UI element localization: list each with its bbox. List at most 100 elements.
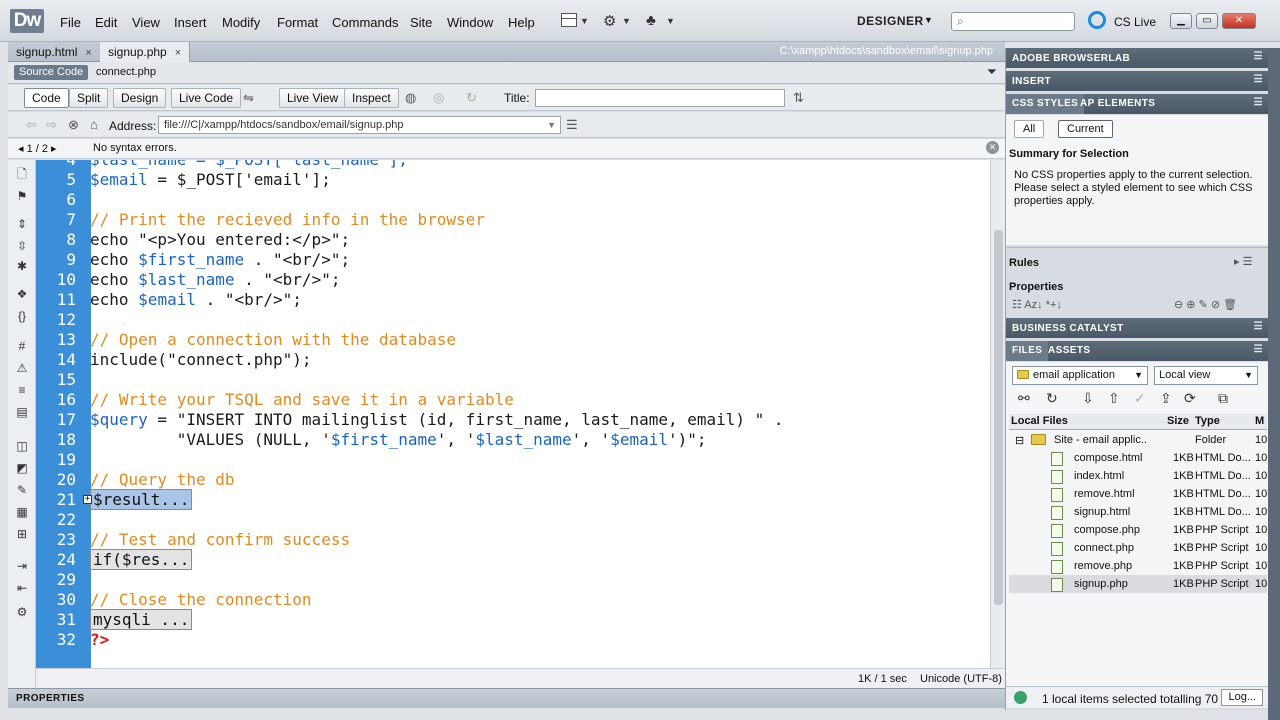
close-icon[interactable]: × [175, 47, 181, 59]
code-line[interactable]: 6 [36, 190, 990, 210]
panel-menu-icon[interactable]: ☰ [1254, 97, 1263, 108]
site-tree-icon[interactable]: ♣ [646, 12, 656, 29]
file-tree-item[interactable]: remove.html 1KB HTML Do... 10 [1009, 485, 1267, 503]
panel-browserlab[interactable]: ADOBE BROWSERLAB ☰ [1006, 48, 1269, 68]
code-line[interactable]: 15 [36, 370, 990, 390]
code-line[interactable]: 5 $email = $_POST['email']; [36, 170, 990, 190]
css-action-icons[interactable]: ⊖ ⊕ ✎ ⊘ 🗑 [1174, 298, 1237, 311]
col-local-files[interactable]: Local Files [1011, 415, 1068, 427]
synchronize-icon[interactable]: ⟳ [1184, 390, 1196, 407]
scrollbar-thumb[interactable] [994, 230, 1003, 605]
code-line[interactable]: 22 [36, 510, 990, 530]
visual-aids-icon[interactable]: ◎ [433, 90, 444, 106]
code-line[interactable]: 21 $result... + [36, 489, 990, 510]
refresh-icon[interactable]: ↻ [1046, 390, 1058, 407]
inspect-button[interactable]: Inspect [344, 88, 399, 108]
panel-menu-icon[interactable]: ☰ [1254, 74, 1263, 85]
code-line[interactable]: 20 // Query the db [36, 470, 990, 490]
inspect-file-icon[interactable]: ⇋ [243, 90, 254, 106]
view-options-icon[interactable]: ☰ [566, 117, 578, 133]
site-select[interactable]: email application ▼ [1012, 366, 1148, 385]
code-line[interactable]: 30 // Close the connection [36, 590, 990, 610]
show-code-navigator-icon[interactable]: ⚑ [15, 190, 29, 202]
forward-icon[interactable]: ⇨ [46, 117, 57, 133]
properties-panel-header[interactable]: PROPERTIES [8, 688, 1005, 708]
highlight-invalid-code-icon[interactable]: ⚠ [15, 362, 29, 374]
tab-ap-elements[interactable]: AP ELEMENTS [1074, 94, 1161, 114]
menu-format[interactable]: Format [277, 15, 318, 30]
cs-live-button[interactable]: CS Live [1114, 15, 1156, 29]
move-css-icon[interactable]: ⊞ [15, 528, 29, 540]
collapsed-code-block[interactable]: mysqli ... [90, 609, 193, 630]
apply-comment-icon[interactable]: ◫ [15, 440, 29, 452]
get-files-icon[interactable]: ⇩ [1082, 390, 1094, 407]
menu-commands[interactable]: Commands [332, 15, 398, 30]
code-line[interactable]: 12 [36, 310, 990, 330]
help-search-input[interactable]: ⌕ [951, 12, 1075, 31]
code-line[interactable]: 29 [36, 570, 990, 590]
close-icon[interactable]: ✕ [986, 141, 999, 154]
back-icon[interactable]: ⇦ [26, 117, 37, 133]
code-line[interactable]: 19 [36, 450, 990, 470]
panel-menu-icon[interactable]: ☰ [1254, 344, 1263, 355]
css-current-button[interactable]: Current [1058, 120, 1113, 138]
split-view-button[interactable]: Split [69, 88, 109, 108]
browser-preview-icon[interactable]: ◍ [405, 90, 416, 106]
put-files-icon[interactable]: ⇧ [1108, 390, 1120, 407]
address-input[interactable]: file:///C|/xampp/htdocs/sandbox/email/si… [158, 116, 561, 134]
tab-assets[interactable]: ASSETS [1042, 341, 1096, 361]
close-icon[interactable]: × [85, 47, 91, 59]
expand-icon[interactable]: + [83, 495, 92, 504]
code-line[interactable]: 16 // Write your TSQL and save it in a va… [36, 390, 990, 410]
stop-icon[interactable]: ⊗ [68, 117, 79, 133]
code-line[interactable]: 10 echo $last_name . "<br/>"; [36, 270, 990, 290]
property-view-icons[interactable]: ☷ Az↓ *+↓ [1012, 298, 1062, 311]
home-icon[interactable]: ⌂ [90, 117, 98, 132]
rules-tools-icon[interactable]: ▸ ☰ [1234, 255, 1252, 268]
menu-edit[interactable]: Edit [95, 15, 117, 30]
col-type[interactable]: Type [1195, 415, 1220, 427]
format-source-icon[interactable]: ⚙ [15, 606, 29, 618]
file-tree-item[interactable]: connect.php 1KB PHP Script 10 [1009, 539, 1267, 557]
col-size[interactable]: Size [1167, 415, 1189, 427]
check-in-icon[interactable]: ⇪ [1160, 390, 1172, 407]
menu-insert[interactable]: Insert [174, 15, 207, 30]
outdent-code-icon[interactable]: ⇤ [15, 582, 29, 594]
panel-business-catalyst[interactable]: BUSINESS CATALYST ☰ [1006, 318, 1269, 338]
code-line[interactable]: 24 if($res... [36, 549, 990, 570]
tab-signup-php[interactable]: signup.php × [100, 42, 191, 62]
cs-live-icon[interactable] [1088, 11, 1106, 29]
check-out-icon[interactable]: ✓ [1134, 390, 1146, 407]
select-parent-tag-icon[interactable]: ❖ [15, 288, 29, 300]
maximize-button[interactable]: ▭ [1196, 13, 1218, 29]
file-tree-item[interactable]: index.html 1KB HTML Do... 10 [1009, 467, 1267, 485]
collapse-full-tag-icon[interactable]: ⇕ [15, 218, 29, 230]
code-line[interactable]: 11 echo $email . "<br/>"; [36, 290, 990, 310]
code-line[interactable]: 7 // Print the recieved info in the brows… [36, 210, 990, 230]
code-line[interactable]: 23 // Test and confirm success [36, 530, 990, 550]
layout-icon[interactable] [561, 13, 577, 27]
balance-braces-icon[interactable]: {} [15, 310, 29, 322]
code-editor[interactable]: 4 $last_name = $_POST['last_name']; 5 $emai… [36, 160, 990, 692]
menu-modify[interactable]: Modify [222, 15, 260, 30]
expand-all-icon[interactable]: ✱ [15, 260, 29, 272]
css-all-button[interactable]: All [1014, 120, 1045, 138]
indent-code-icon[interactable]: ⇥ [15, 560, 29, 572]
file-tree-item[interactable]: signup.html 1KB HTML Do... 10 [1009, 503, 1267, 521]
syntax-error-alerts-icon[interactable]: ≡ [15, 384, 29, 396]
collapse-icon[interactable]: ⊟ [1015, 434, 1024, 447]
extend-gear-icon[interactable]: ⚙ [603, 12, 616, 30]
file-management-icon[interactable]: ⇅ [793, 90, 804, 106]
panel-menu-icon[interactable]: ☰ [1254, 51, 1263, 62]
related-file-connect-php[interactable]: connect.php [96, 66, 156, 78]
code-line[interactable]: 17 $query = "INSERT INTO mailinglist (id,… [36, 410, 990, 430]
file-tree-item[interactable]: remove.php 1KB PHP Script 10 [1009, 557, 1267, 575]
menu-view[interactable]: View [132, 15, 160, 30]
site-dropdown-icon[interactable]: ▼ [666, 16, 675, 26]
code-line[interactable]: 18 "VALUES (NULL, '$first_name', '$last_… [36, 430, 990, 450]
title-input[interactable] [535, 89, 785, 107]
collapse-selection-icon[interactable]: ⇳ [15, 240, 29, 252]
editor-vertical-scrollbar[interactable] [990, 160, 1005, 692]
code-line[interactable]: 32 ?> [36, 630, 990, 650]
connect-icon[interactable]: ⚯ [1018, 390, 1030, 407]
